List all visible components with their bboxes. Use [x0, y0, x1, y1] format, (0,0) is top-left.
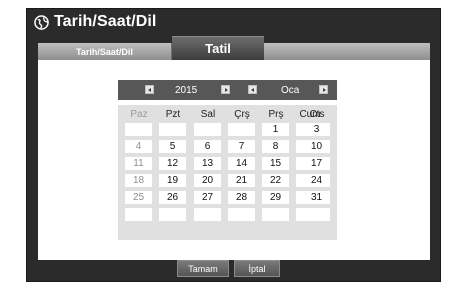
next-year-icon[interactable]: [221, 85, 230, 94]
year-value: 2015: [175, 85, 198, 96]
tab-bar-filler: [264, 43, 430, 60]
calendar-day[interactable]: 8: [262, 140, 289, 153]
calendar-day[interactable]: 20: [194, 174, 221, 187]
calendar-day[interactable]: 27: [194, 191, 221, 204]
title-bar: Tarih/Saat/Dil: [27, 9, 440, 35]
calendar-day[interactable]: 7: [228, 140, 255, 153]
calendar-day[interactable]: 1: [262, 123, 289, 136]
calendar-day[interactable]: [262, 208, 289, 221]
calendar-day[interactable]: 26: [159, 191, 186, 204]
calendar-day[interactable]: [159, 208, 186, 221]
tab-bar: Tarih/Saat/Dil Tatil: [38, 36, 430, 60]
calendar-day[interactable]: 21: [228, 174, 255, 187]
calendar-day[interactable]: 24: [303, 174, 330, 187]
calendar-day[interactable]: [125, 123, 152, 136]
calendar-day[interactable]: 22: [262, 174, 289, 187]
calendar-day[interactable]: 29: [262, 191, 289, 204]
weekday-header: Çrş: [234, 109, 250, 120]
calendar-day[interactable]: 17: [303, 157, 330, 170]
calendar-day[interactable]: 5: [159, 140, 186, 153]
month-year-navigator: 2015 Oca: [118, 80, 337, 100]
calendar-day[interactable]: 25: [125, 191, 152, 204]
holiday-panel: 2015 Oca Paz Pzt Sal Çrş Prş Cum Cts 123…: [38, 60, 430, 260]
calendar-day[interactable]: 11: [125, 157, 152, 170]
next-month-icon[interactable]: [319, 85, 328, 94]
calendar-day[interactable]: 14: [228, 157, 255, 170]
calendar-day[interactable]: 12: [159, 157, 186, 170]
calendar-day[interactable]: [159, 123, 186, 136]
window-title: Tarih/Saat/Dil: [54, 13, 157, 30]
calendar-day[interactable]: 4: [125, 140, 152, 153]
calendar-day[interactable]: 15: [262, 157, 289, 170]
calendar-day[interactable]: [125, 208, 152, 221]
weekday-header: Prş: [268, 109, 284, 120]
calendar-grid: Paz Pzt Sal Çrş Prş Cum Cts 123456789101…: [118, 105, 337, 240]
ok-button[interactable]: Tamam: [177, 260, 229, 277]
calendar-day[interactable]: [228, 123, 255, 136]
calendar-day[interactable]: [228, 208, 255, 221]
footer-bar: Tamam İptal: [27, 260, 440, 283]
weekday-header: Pzt: [165, 109, 181, 120]
calendar-day[interactable]: 18: [125, 174, 152, 187]
weekday-header: Paz: [130, 109, 148, 120]
calendar-day[interactable]: 19: [159, 174, 186, 187]
month-value: Oca: [281, 85, 300, 96]
calendar-day[interactable]: 28: [228, 191, 255, 204]
weekday-header: Cts: [309, 109, 325, 120]
tab-date-time-language[interactable]: Tarih/Saat/Dil: [38, 43, 172, 60]
datetime-language-window: Tarih/Saat/Dil Tarih/Saat/Dil Tatil 2015…: [26, 8, 441, 282]
calendar-day[interactable]: [303, 208, 330, 221]
tab-holiday[interactable]: Tatil: [172, 36, 264, 60]
calendar-day[interactable]: 13: [194, 157, 221, 170]
weekday-header: Sal: [200, 109, 216, 120]
calendar-day[interactable]: [194, 208, 221, 221]
globe-icon: [34, 14, 49, 30]
calendar-day[interactable]: 6: [194, 140, 221, 153]
calendar-day[interactable]: 31: [303, 191, 330, 204]
prev-month-icon[interactable]: [248, 85, 257, 94]
calendar-day[interactable]: 3: [303, 123, 330, 136]
calendar-day[interactable]: 10: [303, 140, 330, 153]
calendar-day[interactable]: [194, 123, 221, 136]
prev-year-icon[interactable]: [145, 85, 154, 94]
cancel-button[interactable]: İptal: [234, 260, 280, 277]
